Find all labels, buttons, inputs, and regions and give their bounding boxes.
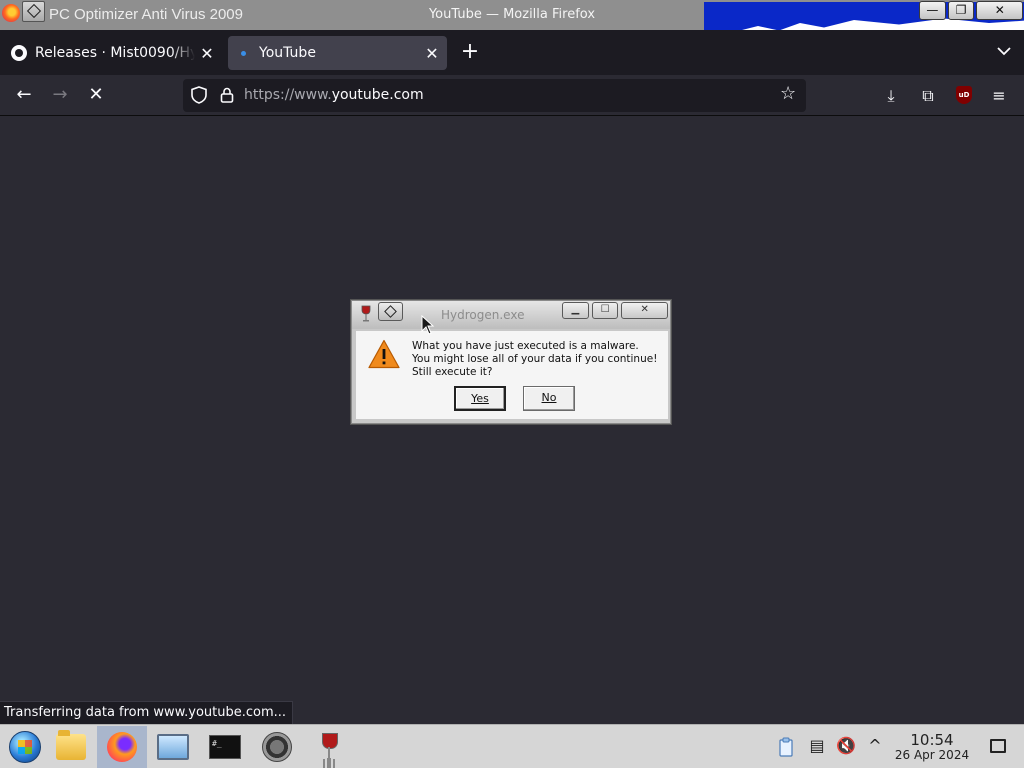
show-desktop-icon[interactable] (990, 739, 1006, 753)
navigation-toolbar: ← → ✕ https://www.youtube.com ☆ ⤓ ⧉ ≡ (0, 75, 1024, 116)
computer-taskbar-button[interactable] (148, 726, 198, 768)
loading-dot-icon (235, 45, 251, 61)
ublock-origin-icon[interactable]: uD (956, 86, 972, 104)
dialog-minimize-button[interactable]: ▁ (562, 302, 589, 319)
yes-label: Yes (471, 392, 489, 405)
tab-close-button[interactable]: ✕ (195, 44, 219, 63)
terminal-icon: #_ (209, 735, 241, 759)
maximize-button[interactable]: ❐ (947, 1, 975, 20)
folder-icon (56, 730, 86, 760)
status-panel: Transferring data from www.youtube.com..… (0, 701, 294, 724)
lock-icon[interactable] (220, 87, 234, 103)
dialog-maximize-button[interactable]: ☐ (591, 302, 619, 319)
menu-icon[interactable]: ≡ (988, 85, 1010, 107)
firefox-taskbar-button[interactable] (97, 726, 147, 768)
github-icon (11, 45, 27, 61)
notes-tray-icon[interactable]: ▤ (807, 735, 827, 757)
dialog-close-button[interactable]: ✕ (621, 302, 668, 319)
close-window-button[interactable]: ✕ (976, 1, 1023, 20)
url-text[interactable]: https://www.youtube.com (244, 87, 424, 103)
system-monitor-taskbar-button[interactable] (252, 726, 302, 768)
url-domain: youtube.com (331, 87, 424, 103)
tab-close-button[interactable]: ✕ (420, 44, 444, 63)
window-menu-button[interactable] (22, 1, 45, 22)
dialog-titlebar[interactable]: Hydrogen.exe ▁ ☐ ✕ (352, 301, 670, 329)
dialog-menu-button[interactable] (378, 302, 403, 321)
dialog-message: What you have just executed is a malware… (412, 340, 657, 379)
back-button[interactable]: ← (9, 81, 39, 109)
tab-label: Releases · Mist0090/Hydrogen (35, 45, 195, 61)
downloads-icon[interactable]: ⤓ (880, 85, 902, 107)
yes-button[interactable]: Yes (454, 386, 506, 411)
diamond-icon (26, 3, 42, 19)
dialog-message-line: Still execute it? (412, 366, 493, 378)
list-all-tabs-button[interactable] (990, 36, 1018, 68)
url-prefix: https://www. (244, 87, 332, 103)
wine-taskbar-button[interactable] (304, 726, 354, 768)
warning-icon (368, 339, 400, 369)
gauge-icon (262, 732, 292, 762)
clock-date[interactable]: 26 Apr 2024 (890, 748, 974, 762)
tray-expand-icon[interactable]: ^ (865, 735, 885, 757)
terminal-taskbar-button[interactable]: #_ (200, 726, 250, 768)
dialog-message-line: What you have just executed is a malware… (412, 340, 639, 352)
forward-button[interactable]: → (45, 81, 75, 109)
dialog-controls: ▁ ☐ ✕ (562, 302, 668, 319)
clock-time[interactable]: 10:54 (900, 731, 964, 749)
tab-releases[interactable]: Releases · Mist0090/Hydrogen ✕ (4, 36, 222, 70)
url-bar[interactable]: https://www.youtube.com ☆ (183, 79, 806, 112)
file-manager-button[interactable] (46, 726, 96, 768)
computer-icon (157, 734, 189, 760)
window-controls: — ❐ ✕ (919, 1, 1023, 20)
bookmark-star-icon[interactable]: ☆ (780, 83, 796, 104)
window-titlebar: PC Optimizer Anti Virus 2009 YouTube — M… (0, 0, 1024, 30)
wine-glass-icon (322, 733, 338, 761)
tab-strip: Releases · Mist0090/Hydrogen ✕ YouTube ✕ (0, 30, 1024, 75)
hydrogen-dialog: Hydrogen.exe ▁ ☐ ✕ What you have just ex… (351, 300, 671, 424)
minimize-button[interactable]: — (919, 1, 946, 20)
mouse-cursor-icon (421, 315, 435, 335)
firefox-icon (107, 732, 137, 762)
clipboard-icon[interactable] (778, 737, 794, 757)
chevron-down-icon (997, 47, 1011, 56)
volume-muted-icon[interactable]: 🔇 (836, 735, 856, 757)
no-label: No (541, 391, 557, 404)
background-window-title: PC Optimizer Anti Virus 2009 (49, 6, 243, 23)
dialog-title: Hydrogen.exe (441, 308, 525, 322)
dialog-message-line: You might lose all of your data if you c… (412, 353, 658, 365)
no-button[interactable]: No (523, 386, 575, 411)
extensions-icon[interactable]: ⧉ (917, 85, 939, 107)
firefox-app-icon (2, 4, 20, 22)
wine-glass-icon (361, 305, 371, 322)
shield-icon[interactable] (191, 86, 207, 104)
diamond-icon (384, 305, 397, 318)
taskbar: #_ ▤ 🔇 ^ 10:54 26 Apr 2024 (0, 724, 1024, 768)
tab-youtube[interactable]: YouTube ✕ (228, 36, 447, 70)
start-button[interactable] (0, 726, 50, 768)
new-tab-button[interactable]: + (456, 36, 484, 68)
start-orb-icon (9, 731, 41, 763)
stop-button[interactable]: ✕ (81, 81, 111, 109)
dialog-body: What you have just executed is a malware… (356, 331, 668, 419)
tab-label: YouTube (259, 45, 316, 61)
